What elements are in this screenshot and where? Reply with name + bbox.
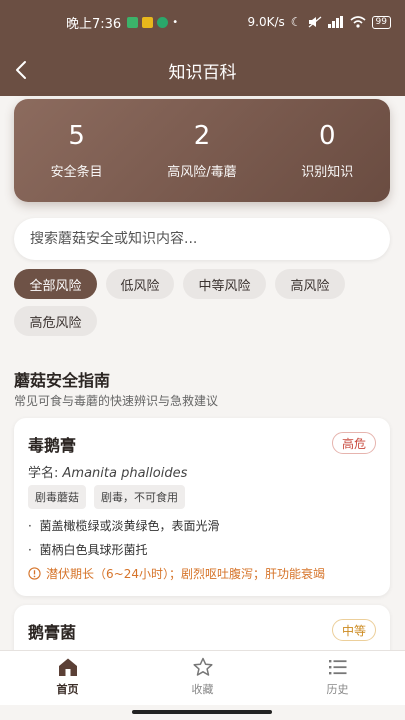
notification-icon <box>127 16 139 28</box>
tab-favorites[interactable]: 收藏 <box>135 651 270 705</box>
feature-text: 菌柄白色具球形菌托 <box>39 543 148 557</box>
tab-history[interactable]: 历史 <box>270 651 405 705</box>
info-icon <box>28 567 41 580</box>
nav-bar: 知识百科 <box>0 44 405 96</box>
section-subtitle: 常见可食与毒蘑的快速辨识与急救建议 <box>14 394 219 408</box>
tab-label: 首页 <box>56 683 79 696</box>
mute-icon <box>308 16 321 28</box>
list-icon <box>328 660 346 675</box>
filter-chip-all[interactable]: 全部风险 <box>14 269 97 299</box>
stats-card: 5 安全条目 2 高风险/毒蘑 0 识别知识 <box>14 99 390 202</box>
stat-identify-knowledge: 0 识别知识 <box>272 121 382 180</box>
stat-label: 识别知识 <box>301 165 354 180</box>
tag-list: 剧毒蘑菇 剧毒，不可食用 <box>28 485 185 509</box>
risk-badge: 中等 <box>331 619 376 641</box>
search-bar <box>14 218 390 260</box>
tab-label: 历史 <box>326 683 349 696</box>
feature-text: 菌盖橄榄绿或淡黄绿色，表面光滑 <box>39 519 220 533</box>
tab-home[interactable]: 首页 <box>0 651 135 705</box>
page-title: 知识百科 <box>168 62 237 83</box>
search-input[interactable] <box>30 231 374 247</box>
home-indicator <box>132 710 272 714</box>
filter-chip-medium[interactable]: 中等风险 <box>183 269 266 299</box>
back-arrow-icon[interactable] <box>10 58 34 82</box>
stat-high-risk: 2 高风险/毒蘑 <box>147 121 257 180</box>
mushroom-name: 鹅膏菌 <box>28 623 77 642</box>
filter-chip-critical[interactable]: 高危风险 <box>14 306 97 336</box>
section-title: 蘑菇安全指南 <box>14 371 111 390</box>
signal-icon <box>327 16 343 28</box>
mushroom-name: 毒鹅膏 <box>28 436 77 455</box>
bottom-tab-bar: 首页 收藏 历史 <box>0 650 405 705</box>
stat-value: 5 <box>68 121 85 151</box>
tag: 剧毒蘑菇 <box>28 485 86 509</box>
wifi-icon <box>350 16 366 28</box>
home-icon <box>58 658 77 676</box>
bus-icon <box>142 16 154 28</box>
stat-value: 2 <box>193 121 211 151</box>
scientific-name-value: Amanita phalloides <box>62 466 188 481</box>
status-time: 晚上7:36 <box>66 16 122 32</box>
tag: 剧毒，不可食用 <box>94 485 185 509</box>
scientific-name-prefix: 学名: <box>28 466 63 481</box>
feature-item: · 菌盖橄榄绿或淡黄绿色，表面光滑 <box>28 519 220 533</box>
star-icon <box>192 657 213 676</box>
moon-icon: ☾ <box>290 15 302 29</box>
stat-value: 0 <box>319 121 336 151</box>
dot-icon: • <box>172 16 179 28</box>
feature-item: · 菌柄白色具球形菌托 <box>28 543 148 557</box>
battery-icon: 99 <box>371 15 391 29</box>
shield-icon <box>157 16 169 28</box>
mushroom-card[interactable]: 毒鹅膏 高危 学名: Amanita phalloides 剧毒蘑菇 剧毒，不可… <box>14 418 390 596</box>
filter-chip-low[interactable]: 低风险 <box>106 269 174 299</box>
filter-chip-high[interactable]: 高风险 <box>275 269 345 299</box>
scientific-name: 学名: Amanita phalloides <box>28 462 187 481</box>
stat-label: 高风险/毒蘑 <box>167 165 237 180</box>
stat-label: 安全条目 <box>50 165 103 180</box>
feature-list: · 菌盖橄榄绿或淡黄绿色，表面光滑 · 菌柄白色具球形菌托 <box>28 517 219 565</box>
symptom-warning: 潜伏期长（6~24小时）；剧烈呕吐腹泻；肝功能衰竭 <box>28 565 325 582</box>
risk-badge: 高危 <box>331 432 376 454</box>
tab-label: 收藏 <box>191 683 214 696</box>
stat-safe-entries: 5 安全条目 <box>22 121 132 180</box>
warning-text: 潜伏期长（6~24小时）；剧烈呕吐腹泻；肝功能衰竭 <box>46 567 325 581</box>
status-bar: 晚上7:36 • 9.0K/s ☾ 99 <box>0 0 405 44</box>
network-speed: 9.0K/s <box>247 15 285 29</box>
